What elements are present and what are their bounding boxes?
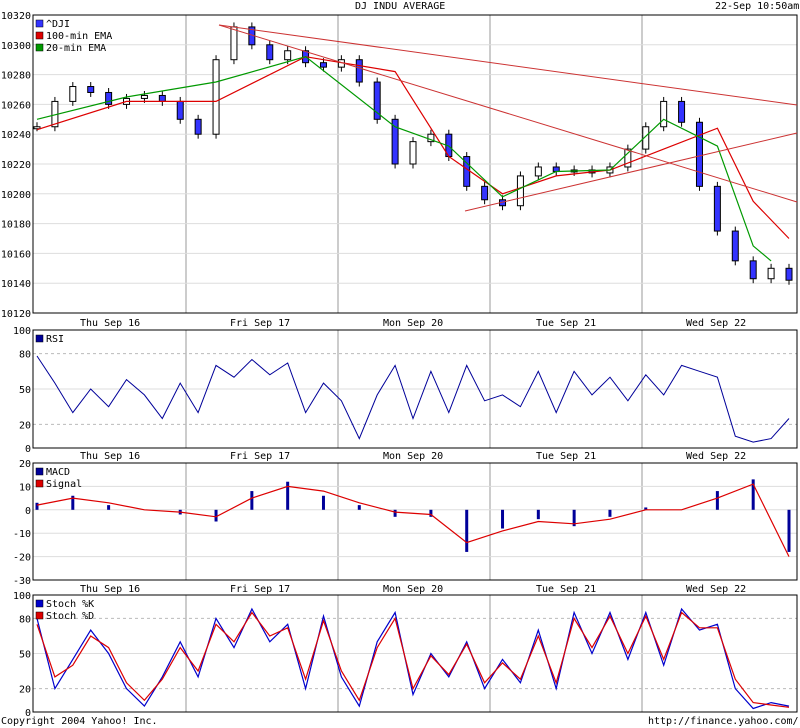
source-url[interactable]: http://finance.yahoo.com/ xyxy=(648,716,799,728)
y-tick-label: 0 xyxy=(25,444,31,455)
y-tick-label: 0 xyxy=(25,506,31,517)
legend-label: Signal xyxy=(46,479,82,490)
legend-label: 20-min EMA xyxy=(46,43,106,54)
candle xyxy=(284,50,292,61)
y-tick-label: -10 xyxy=(13,529,31,540)
y-tick-label: 20 xyxy=(19,420,31,431)
y-tick-label: 10240 xyxy=(1,130,31,141)
legend-swatch xyxy=(35,467,44,476)
trend-line xyxy=(464,132,798,212)
data-series xyxy=(33,22,798,710)
x-tick-label: Thu Sep 16 xyxy=(80,451,140,462)
legend-label: ^DJI xyxy=(46,19,70,30)
y-tick-label: 20 xyxy=(19,685,31,696)
panel-frame xyxy=(32,462,798,581)
x-tick-label: Tue Sep 21 xyxy=(536,584,596,595)
x-tick-label: Thu Sep 16 xyxy=(80,584,140,595)
candle xyxy=(785,267,793,281)
signal-line xyxy=(36,483,790,557)
y-tick-label: 10180 xyxy=(1,220,31,231)
x-tick-label: Fri Sep 17 xyxy=(230,451,290,462)
candle xyxy=(767,267,775,280)
x-tick-label: Tue Sep 21 xyxy=(536,451,596,462)
candle xyxy=(319,62,327,68)
candle xyxy=(355,59,363,83)
legend-swatch xyxy=(35,31,44,40)
y-tick-label: 100 xyxy=(13,591,31,602)
legend-label: 100-min EMA xyxy=(46,31,112,42)
candle xyxy=(158,94,166,102)
x-tick-label: Fri Sep 17 xyxy=(230,584,290,595)
legend-swatch xyxy=(35,334,44,343)
ema-20-line xyxy=(36,56,772,262)
y-tick-label: 10280 xyxy=(1,71,31,82)
candle xyxy=(731,230,739,262)
legend-swatch xyxy=(35,611,44,620)
candle xyxy=(176,100,184,120)
candle xyxy=(678,100,686,123)
y-tick-label: -20 xyxy=(13,553,31,564)
candle xyxy=(140,94,148,99)
y-tick-label: 10 xyxy=(19,482,31,493)
y-tick-label: 10320 xyxy=(1,11,31,22)
y-tick-label: 80 xyxy=(19,350,31,361)
x-tick-label: Mon Sep 20 xyxy=(383,451,443,462)
legend-label: MACD xyxy=(46,467,70,478)
x-tick-label: Wed Sep 22 xyxy=(686,318,746,329)
x-tick-label: Wed Sep 22 xyxy=(686,584,746,595)
x-tick-label: Fri Sep 17 xyxy=(230,318,290,329)
candle xyxy=(534,166,542,177)
copyright-text: Copyright 2004 Yahoo! Inc. xyxy=(1,716,158,727)
chart-title: DJ INDU AVERAGE xyxy=(355,1,446,12)
candle xyxy=(266,44,274,61)
candle xyxy=(105,91,113,105)
chart-timestamp: 22-Sep 10:50am xyxy=(715,1,800,12)
y-tick-label: 10300 xyxy=(1,41,31,52)
candle xyxy=(212,59,220,135)
legend-swatch xyxy=(35,599,44,608)
stock-chart: 1032010300102801026010240102201020010180… xyxy=(1,11,798,719)
x-tick-label: Mon Sep 20 xyxy=(383,318,443,329)
legend-swatch xyxy=(35,479,44,488)
y-tick-label: -30 xyxy=(13,576,31,587)
candle xyxy=(87,86,95,93)
y-tick-label: 10260 xyxy=(1,100,31,111)
rsi-line xyxy=(36,355,790,443)
y-tick-label: 10140 xyxy=(1,279,31,290)
candle xyxy=(552,166,560,172)
x-tick-label: Thu Sep 16 xyxy=(80,318,140,329)
y-tick-label: 100 xyxy=(13,326,31,337)
candle xyxy=(69,86,77,102)
y-tick-label: 10160 xyxy=(1,249,31,260)
x-tick-label: Wed Sep 22 xyxy=(686,451,746,462)
x-tick-label: Mon Sep 20 xyxy=(383,584,443,595)
y-tick-label: 20 xyxy=(19,459,31,470)
candle xyxy=(516,175,524,207)
legend-label: Stoch %D xyxy=(46,611,94,622)
candle xyxy=(713,185,721,232)
legend-swatch xyxy=(35,19,44,28)
candle xyxy=(695,121,703,187)
candle xyxy=(481,185,489,201)
x-tick-label: Tue Sep 21 xyxy=(536,318,596,329)
legend-swatch xyxy=(35,43,44,52)
y-tick-label: 50 xyxy=(19,650,31,661)
candle xyxy=(230,26,238,61)
candle xyxy=(391,118,399,165)
y-tick-label: 10120 xyxy=(1,309,31,320)
y-tick-label: 10220 xyxy=(1,160,31,171)
candle xyxy=(194,118,202,135)
legend-label: RSI xyxy=(46,334,64,345)
candle xyxy=(409,141,417,165)
y-tick-label: 80 xyxy=(19,614,31,625)
y-tick-label: 50 xyxy=(19,385,31,396)
candle xyxy=(660,100,668,128)
trend-line xyxy=(218,24,798,203)
legend-label: Stoch %K xyxy=(46,599,94,610)
axis-labels: 1032010300102801026010240102201020010180… xyxy=(1,11,746,719)
y-tick-label: 10200 xyxy=(1,190,31,201)
candle xyxy=(749,260,757,280)
